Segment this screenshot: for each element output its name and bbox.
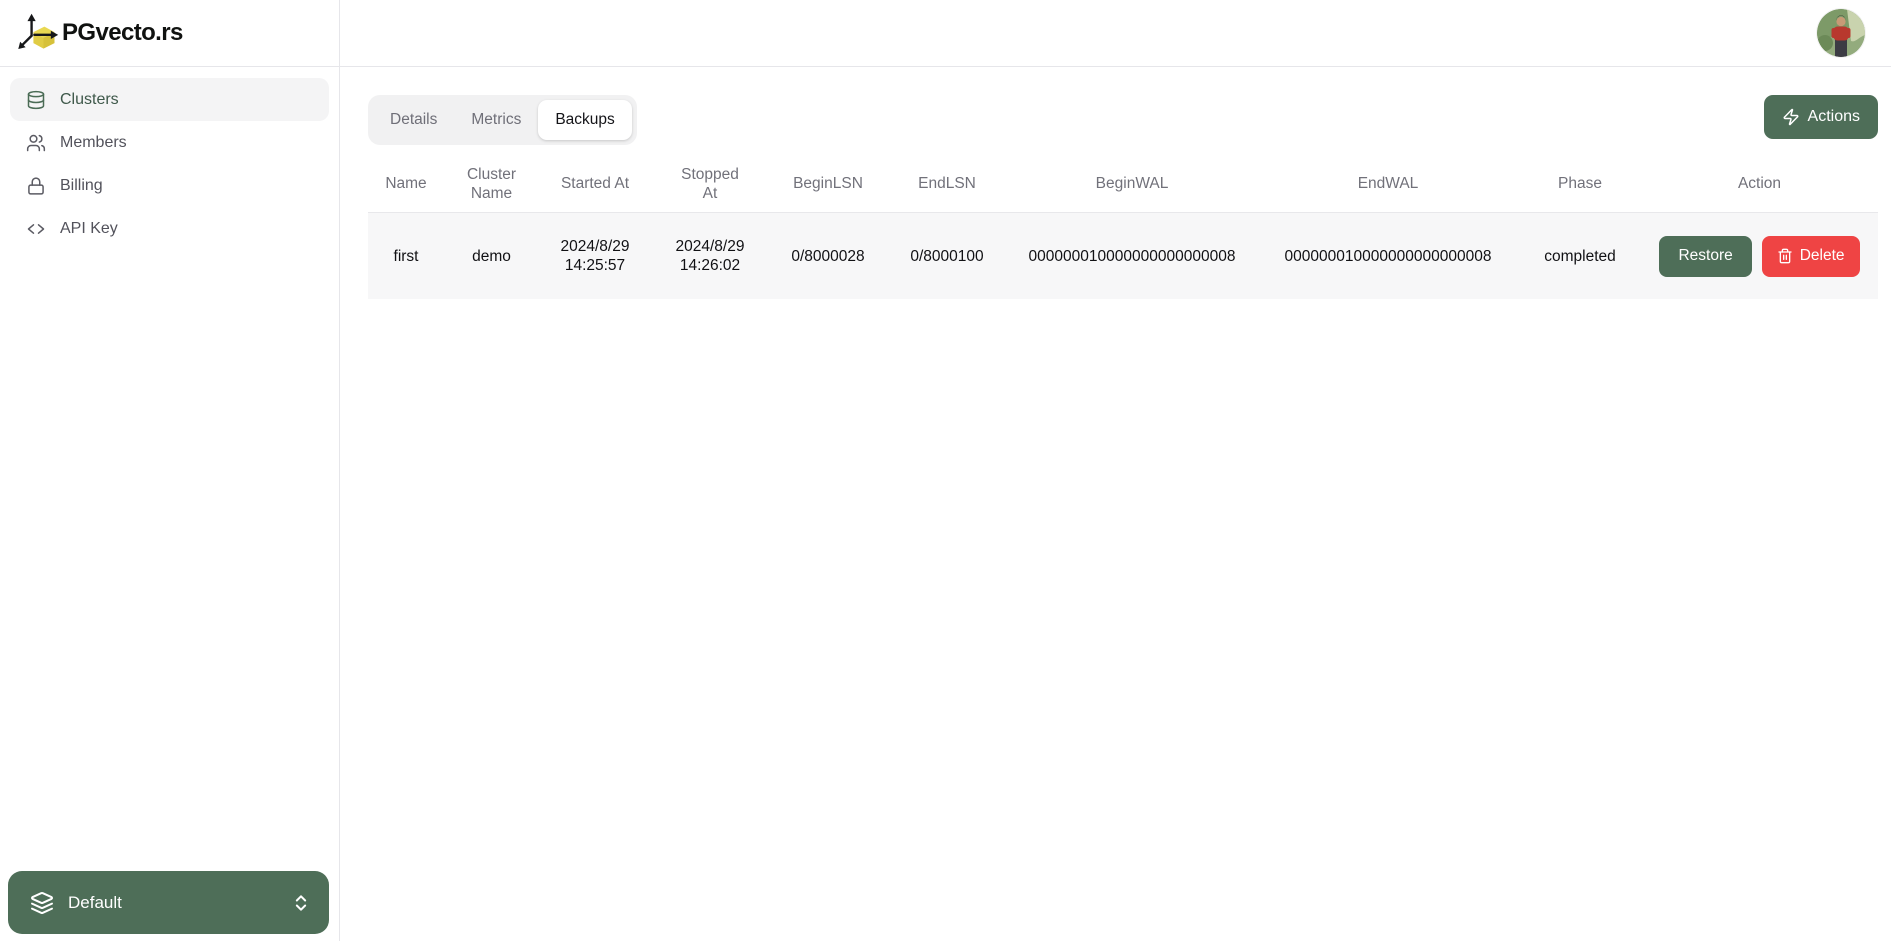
- actions-button-label: Actions: [1808, 108, 1860, 126]
- lock-icon: [26, 176, 46, 196]
- sidebar-item-label: Billing: [60, 177, 103, 195]
- col-header-end-wal: EndWAL: [1257, 155, 1519, 212]
- tab-backups[interactable]: Backups: [538, 100, 631, 140]
- app-window: PGvecto.rs Clusters: [0, 0, 1891, 941]
- users-icon: [26, 133, 46, 153]
- delete-button[interactable]: Delete: [1762, 236, 1860, 277]
- tab-label: Backups: [555, 111, 614, 129]
- sidebar-item-api-key[interactable]: API Key: [10, 207, 329, 250]
- restore-button[interactable]: Restore: [1659, 236, 1751, 277]
- cell-end-wal: 000000010000000000000008: [1257, 213, 1519, 299]
- cell-begin-wal: 000000010000000000000008: [1007, 213, 1257, 299]
- user-avatar[interactable]: [1817, 9, 1865, 57]
- lightning-icon: [1782, 108, 1800, 126]
- delete-button-label: Delete: [1800, 247, 1845, 265]
- tab-details[interactable]: Details: [373, 100, 454, 140]
- pgvectors-logo-icon: [16, 11, 60, 55]
- cell-stopped-at: 2024/8/29 14:26:02: [651, 213, 769, 299]
- restore-button-label: Restore: [1678, 247, 1732, 264]
- col-header-action: Action: [1641, 155, 1878, 212]
- sidebar-item-billing[interactable]: Billing: [10, 164, 329, 207]
- main-area: Details Metrics Backups Actions: [340, 0, 1891, 941]
- table-header-row: Name Cluster Name Started At Stopped At …: [368, 155, 1878, 213]
- sidebar-item-clusters[interactable]: Clusters: [10, 78, 329, 121]
- col-header-cluster-name: Cluster Name: [444, 155, 539, 212]
- cell-end-lsn: 0/8000100: [887, 213, 1007, 299]
- col-header-begin-wal: BeginWAL: [1007, 155, 1257, 212]
- layers-icon: [30, 891, 54, 915]
- brand-name: PGvecto.rs: [62, 19, 183, 47]
- col-header-name: Name: [368, 155, 444, 212]
- sidebar-item-members[interactable]: Members: [10, 121, 329, 164]
- sidebar-item-label: Members: [60, 134, 127, 152]
- trash-icon: [1777, 248, 1793, 264]
- cell-name: first: [368, 213, 444, 299]
- workspace-selector[interactable]: Default: [8, 871, 329, 934]
- avatar-photo: [1817, 9, 1865, 57]
- cell-action: Restore Delete: [1641, 213, 1878, 299]
- col-header-stopped-at: Stopped At: [651, 155, 769, 212]
- sidebar-item-label: API Key: [60, 220, 118, 238]
- chevrons-up-down-icon: [291, 893, 311, 913]
- sidebar-item-label: Clusters: [60, 91, 119, 109]
- col-header-begin-lsn: BeginLSN: [769, 155, 887, 212]
- tab-label: Details: [390, 111, 437, 129]
- workspace-label: Default: [68, 893, 291, 913]
- sidebar-nav: Clusters Members: [0, 67, 339, 261]
- cluster-tabs: Details Metrics Backups: [368, 95, 637, 145]
- cell-phase: completed: [1519, 213, 1641, 299]
- table-row: first demo 2024/8/29 14:25:57 2024/8/29 …: [368, 213, 1878, 299]
- logo[interactable]: PGvecto.rs: [0, 0, 339, 67]
- toolbar-row: Details Metrics Backups Actions: [368, 95, 1878, 145]
- col-header-end-lsn: EndLSN: [887, 155, 1007, 212]
- tab-label: Metrics: [471, 111, 521, 129]
- cell-cluster-name: demo: [444, 213, 539, 299]
- tab-metrics[interactable]: Metrics: [454, 100, 538, 140]
- col-header-phase: Phase: [1519, 155, 1641, 212]
- cluster-backups-page: Details Metrics Backups Actions: [340, 67, 1891, 941]
- code-icon: [26, 219, 46, 239]
- col-header-started-at: Started At: [539, 155, 651, 212]
- sidebar: PGvecto.rs Clusters: [0, 0, 340, 941]
- actions-button[interactable]: Actions: [1764, 95, 1878, 139]
- database-icon: [26, 90, 46, 110]
- backups-table: Name Cluster Name Started At Stopped At …: [368, 155, 1878, 299]
- cell-begin-lsn: 0/8000028: [769, 213, 887, 299]
- cell-started-at: 2024/8/29 14:25:57: [539, 213, 651, 299]
- top-bar: [340, 0, 1891, 67]
